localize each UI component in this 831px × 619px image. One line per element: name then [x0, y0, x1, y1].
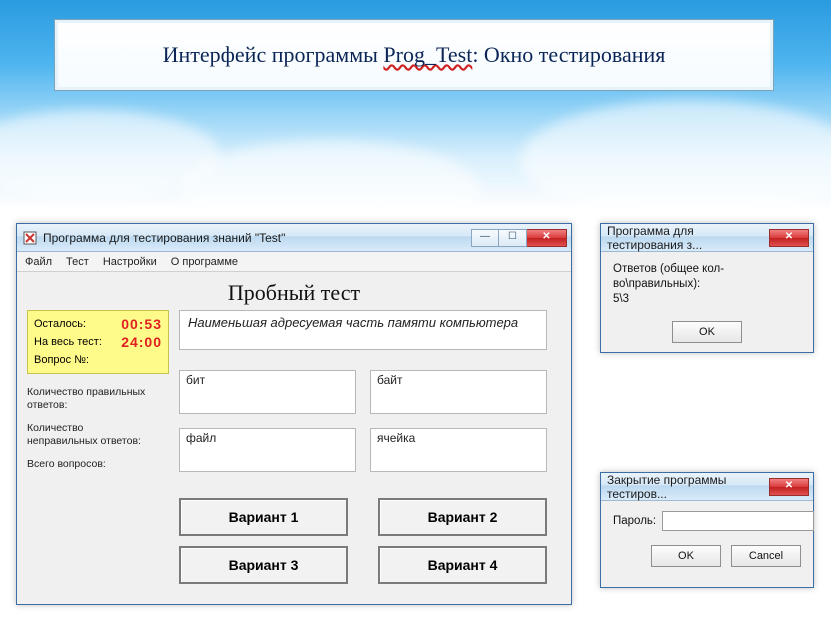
stats-wrong-label: Количество неправильных ответов:	[27, 422, 151, 448]
close-button[interactable]: ✕	[527, 229, 567, 247]
timer-panel: Осталось: 00:53 На весь тест: 24:00 Вопр…	[27, 310, 169, 374]
close-dialog-title: Закрытие программы тестиров...	[607, 473, 757, 501]
variant-1-button[interactable]: Вариант 1	[179, 498, 348, 536]
results-dialog-titlebar[interactable]: Программа для тестирования з... ✕	[601, 224, 813, 252]
test-window: Программа для тестирования знаний "Test"…	[16, 223, 572, 605]
answer-option-4[interactable]: ячейка	[370, 428, 547, 472]
close-dialog-cancel-button[interactable]: Cancel	[731, 545, 801, 567]
stats-correct-value	[151, 386, 169, 412]
answer-option-2[interactable]: байт	[370, 370, 547, 414]
variant-2-button[interactable]: Вариант 2	[378, 498, 547, 536]
maximize-button[interactable]: ☐	[499, 229, 527, 247]
results-message-line1: Ответов (общее кол-во\правильных):	[613, 262, 801, 292]
close-dialog-titlebar[interactable]: Закрытие программы тестиров... ✕	[601, 473, 813, 501]
results-ok-button[interactable]: OK	[672, 321, 742, 343]
timer-remaining-value: 00:53	[121, 315, 162, 333]
timer-remaining-label: Осталось:	[34, 315, 86, 333]
question-text: Наименьшая адресуемая часть памяти компь…	[179, 310, 547, 350]
test-heading: Пробный тест	[27, 278, 561, 312]
menu-about[interactable]: О программе	[171, 256, 238, 268]
stats-total-value	[151, 458, 169, 484]
timer-total-label: На весь тест:	[34, 333, 102, 351]
answer-option-3[interactable]: файл	[179, 428, 356, 472]
menu-settings[interactable]: Настройки	[103, 256, 157, 268]
stats-wrong-value	[151, 422, 169, 448]
app-icon	[23, 231, 37, 245]
password-label: Пароль:	[613, 515, 656, 527]
slide-title-appname: Prog_Test	[383, 42, 472, 67]
password-input[interactable]	[662, 511, 814, 531]
slide-title-prefix: Интерфейс программы	[163, 42, 384, 67]
menu-file[interactable]: Файл	[25, 256, 52, 268]
variant-3-button[interactable]: Вариант 3	[179, 546, 348, 584]
answers-grid: бит байт файл ячейка	[179, 370, 547, 472]
test-window-title: Программа для тестирования знаний "Test"	[43, 231, 285, 245]
close-dialog-close-button[interactable]: ✕	[769, 478, 809, 496]
variant-4-button[interactable]: Вариант 4	[378, 546, 547, 584]
results-dialog-title: Программа для тестирования з...	[607, 224, 757, 252]
variants-grid: Вариант 1 Вариант 2 Вариант 3 Вариант 4	[179, 498, 547, 584]
slide-title-suffix: : Окно тестирования	[472, 42, 665, 67]
menubar: Файл Тест Настройки О программе	[17, 252, 571, 272]
results-message: Ответов (общее кол-во\правильных): 5\3	[613, 262, 801, 307]
slide-title-box: Интерфейс программы Prog_Test: Окно тест…	[54, 19, 774, 91]
results-message-line2: 5\3	[613, 292, 801, 307]
close-dialog: Закрытие программы тестиров... ✕ Пароль:…	[600, 472, 814, 588]
close-dialog-ok-button[interactable]: OK	[651, 545, 721, 567]
slide-title: Интерфейс программы Prog_Test: Окно тест…	[163, 42, 666, 68]
stats-correct-label: Количество правильных ответов:	[27, 386, 151, 412]
timer-question-label: Вопрос №:	[34, 351, 89, 369]
results-dialog: Программа для тестирования з... ✕ Ответо…	[600, 223, 814, 353]
test-window-titlebar[interactable]: Программа для тестирования знаний "Test"…	[17, 224, 571, 252]
stats-total-label: Всего вопросов:	[27, 458, 106, 484]
timer-total-value: 24:00	[121, 333, 162, 351]
answer-option-1[interactable]: бит	[179, 370, 356, 414]
stats-panel: Количество правильных ответов: Количеств…	[27, 386, 169, 494]
menu-test[interactable]: Тест	[66, 256, 89, 268]
minimize-button[interactable]: —	[471, 229, 499, 247]
results-close-button[interactable]: ✕	[769, 229, 809, 247]
